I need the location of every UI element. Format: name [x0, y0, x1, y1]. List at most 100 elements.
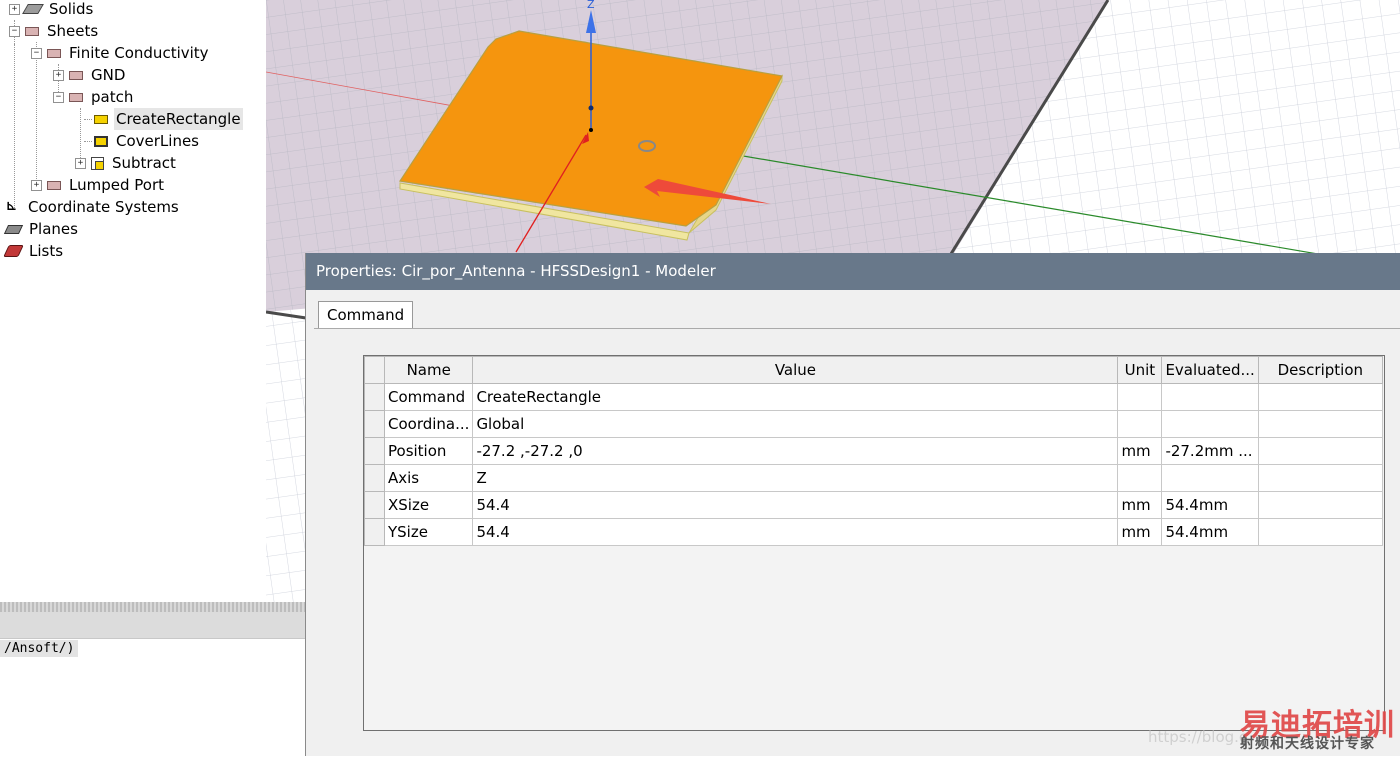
property-name: XSize: [383, 491, 474, 519]
row-header[interactable]: [364, 491, 385, 519]
property-row-ysize[interactable]: YSize 54.4 mm 54.4mm: [364, 518, 1383, 546]
collapse-minus-icon[interactable]: −: [53, 91, 64, 103]
property-name: Coordina...: [383, 410, 474, 438]
property-evaluated: [1161, 383, 1259, 411]
tree-label: Solids: [49, 0, 94, 18]
property-value[interactable]: CreateRectangle: [472, 383, 1119, 411]
property-value[interactable]: Global: [472, 410, 1119, 438]
property-row-axis[interactable]: Axis Z: [364, 464, 1383, 492]
solids-icon: [22, 4, 44, 14]
property-description[interactable]: [1257, 464, 1383, 492]
property-evaluated: -27.2mm ...: [1161, 437, 1259, 465]
tree-label: Sheets: [47, 22, 99, 40]
tree-label: GND: [91, 66, 126, 84]
z-axis-label: Z: [587, 0, 595, 11]
console-path-text: /Ansoft/): [0, 640, 79, 657]
tree-node-patch[interactable]: − patch: [53, 86, 135, 108]
column-header-value[interactable]: Value: [472, 356, 1119, 384]
tree-node-gnd[interactable]: + GND: [53, 64, 127, 86]
property-name: Axis: [383, 464, 474, 492]
message-console[interactable]: /Ansoft/): [0, 639, 306, 756]
property-table: Name Value Unit Evaluated... Description…: [364, 356, 1383, 546]
tree-node-cover-lines[interactable]: CoverLines: [94, 130, 201, 152]
tree-node-lumped-port[interactable]: + Lumped Port: [31, 174, 166, 196]
property-description[interactable]: [1257, 383, 1383, 411]
row-header-corner: [364, 356, 385, 384]
panel-splitter[interactable]: [0, 602, 306, 612]
tree-node-sheets[interactable]: − Sheets: [9, 20, 100, 42]
property-row-position[interactable]: Position -27.2 ,-27.2 ,0 mm -27.2mm ...: [364, 437, 1383, 465]
row-header[interactable]: [364, 464, 385, 492]
tree-node-coordinate-systems[interactable]: ⊾ Coordinate Systems: [6, 196, 181, 218]
create-rectangle-icon: [94, 114, 108, 124]
expand-plus-icon[interactable]: +: [53, 69, 64, 81]
sheet-icon: [69, 92, 83, 102]
sheet-icon: [47, 48, 61, 58]
row-header[interactable]: [364, 383, 385, 411]
property-row-command[interactable]: Command CreateRectangle: [364, 383, 1383, 411]
column-header-name[interactable]: Name: [383, 356, 474, 384]
tree-label: Coordinate Systems: [28, 198, 179, 216]
properties-window: Properties: Cir_por_Antenna - HFSSDesign…: [305, 253, 1400, 756]
tree-node-finite-conductivity[interactable]: − Finite Conductivity: [31, 42, 211, 64]
property-unit[interactable]: mm: [1117, 518, 1163, 546]
tab-command[interactable]: Command: [318, 301, 414, 329]
lists-icon: [3, 245, 24, 257]
tree-label: Planes: [29, 220, 78, 238]
property-unit[interactable]: [1117, 383, 1163, 411]
property-value[interactable]: 54.4: [472, 491, 1119, 519]
sheet-icon: [47, 180, 61, 190]
column-header-unit[interactable]: Unit: [1117, 356, 1163, 384]
tab-divider: [314, 328, 1400, 329]
property-description[interactable]: [1257, 410, 1383, 438]
row-header[interactable]: [364, 410, 385, 438]
property-unit[interactable]: [1117, 410, 1163, 438]
property-unit[interactable]: [1117, 464, 1163, 492]
property-name: YSize: [383, 518, 474, 546]
tree-label: Finite Conductivity: [69, 44, 209, 62]
properties-title-bar[interactable]: Properties: Cir_por_Antenna - HFSSDesign…: [306, 253, 1400, 290]
property-name: Command: [383, 383, 474, 411]
row-header[interactable]: [364, 518, 385, 546]
tree-node-planes[interactable]: Planes: [3, 218, 80, 240]
sheet-icon: [69, 70, 83, 80]
column-header-evaluated[interactable]: Evaluated...: [1161, 356, 1259, 384]
subtract-icon: [91, 156, 104, 170]
property-value[interactable]: Z: [472, 464, 1119, 492]
expand-plus-icon[interactable]: +: [31, 179, 42, 191]
property-value[interactable]: 54.4: [472, 518, 1119, 546]
property-description[interactable]: [1257, 491, 1383, 519]
property-description[interactable]: [1257, 518, 1383, 546]
column-header-description[interactable]: Description: [1257, 356, 1383, 384]
tree-label: CreateRectangle: [114, 108, 243, 130]
expand-plus-icon[interactable]: +: [9, 3, 20, 15]
tree-node-create-rectangle[interactable]: CreateRectangle: [94, 108, 243, 130]
tree-label: Subtract: [112, 154, 176, 172]
watermark-url: https://blog.c: [1148, 728, 1248, 746]
tree-label: patch: [91, 88, 134, 106]
cover-lines-icon: [94, 135, 108, 147]
watermark-subtitle: 射频和天线设计专家: [1240, 736, 1375, 752]
property-row-coordinate-system[interactable]: Coordina... Global: [364, 410, 1383, 438]
coordinate-systems-icon: ⊾: [6, 199, 17, 214]
property-unit[interactable]: mm: [1117, 491, 1163, 519]
tree-node-lists[interactable]: Lists: [3, 240, 65, 262]
property-description[interactable]: [1257, 437, 1383, 465]
expand-plus-icon[interactable]: +: [75, 157, 86, 169]
property-value[interactable]: -27.2 ,-27.2 ,0: [472, 437, 1119, 465]
collapse-minus-icon[interactable]: −: [9, 25, 20, 37]
property-name: Position: [383, 437, 474, 465]
project-tree[interactable]: + Solids − Sheets − Finite Conductivity …: [0, 0, 266, 602]
collapse-minus-icon[interactable]: −: [31, 47, 42, 59]
tree-label: Lumped Port: [69, 176, 164, 194]
property-evaluated: [1161, 410, 1259, 438]
row-header[interactable]: [364, 437, 385, 465]
property-evaluated: 54.4mm: [1161, 518, 1259, 546]
property-evaluated: [1161, 464, 1259, 492]
tree-node-solids[interactable]: + Solids: [9, 0, 95, 20]
property-unit[interactable]: mm: [1117, 437, 1163, 465]
tree-node-subtract[interactable]: + Subtract: [75, 152, 178, 174]
property-row-xsize[interactable]: XSize 54.4 mm 54.4mm: [364, 491, 1383, 519]
property-grid[interactable]: Name Value Unit Evaluated... Description…: [363, 355, 1385, 731]
tree-label: Lists: [29, 242, 64, 260]
